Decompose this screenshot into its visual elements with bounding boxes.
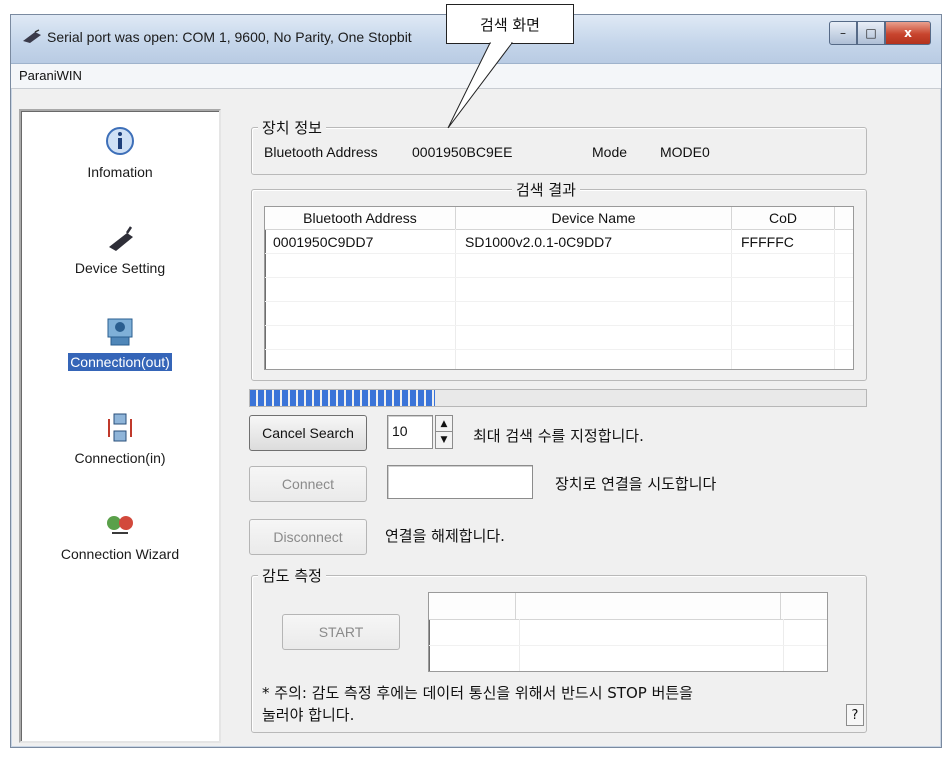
row-device-name: SD1000v2.0.1-0C9DD7 — [465, 234, 613, 250]
max-count-stepper[interactable]: ▲ ▼ — [435, 415, 453, 449]
sensitivity-note-line1: * 주의: 감도 측정 후에는 데이터 통신을 위해서 반드시 STOP 버튼을 — [262, 684, 693, 702]
max-count-description: 최대 검색 수를 지정합니다. — [473, 427, 644, 445]
sidebar-item-label: Connection(out) — [68, 353, 172, 371]
sensitivity-title: 감도 측정 — [258, 565, 326, 586]
disconnect-button[interactable]: Disconnect — [249, 519, 367, 555]
sensitivity-col-1 — [429, 593, 516, 620]
cancel-search-button[interactable]: Cancel Search — [249, 415, 367, 451]
sidebar: Infomation Device Setting Connection(out… — [19, 109, 221, 743]
sidebar-item-label: Connection Wizard — [60, 546, 180, 562]
connection-in-icon — [108, 413, 132, 442]
chevron-up-icon[interactable]: ▲ — [436, 416, 452, 431]
sensitivity-table — [428, 592, 828, 672]
minimize-button[interactable]: – — [829, 21, 857, 45]
disconnect-description: 연결을 해제합니다. — [385, 527, 505, 545]
app-window: Serial port was open: COM 1, 9600, No Pa… — [10, 14, 942, 748]
connect-button[interactable]: Connect — [249, 466, 367, 502]
window-title: Serial port was open: COM 1, 9600, No Pa… — [47, 29, 412, 45]
sidebar-item-information[interactable]: Infomation — [21, 125, 219, 181]
menu-bar: ParaniWIN — [11, 64, 941, 89]
help-button[interactable]: ? — [846, 704, 864, 726]
row-cod: FFFFFC — [741, 234, 794, 250]
close-button[interactable]: x — [885, 21, 931, 45]
row-address: 0001950C9DD7 — [273, 234, 374, 250]
column-header-cod[interactable]: CoD — [732, 207, 835, 230]
app-icon — [23, 29, 41, 43]
sidebar-item-connection-in[interactable]: Connection(in) — [21, 411, 219, 467]
maximize-button[interactable]: □ — [857, 21, 885, 45]
chevron-down-icon[interactable]: ▼ — [436, 431, 452, 447]
bt-address-label: Bluetooth Address — [264, 144, 378, 160]
bt-address-value: 0001950BC9EE — [412, 144, 513, 160]
sensitivity-note-line2: 눌러야 합니다. — [262, 706, 355, 724]
search-progress-bar — [249, 389, 867, 407]
sidebar-item-connection-wizard[interactable]: Connection Wizard — [21, 507, 219, 563]
search-result-group: 검색 결과 Bluetooth Address Device Name CoD … — [251, 179, 867, 381]
search-result-title: 검색 결과 — [512, 179, 580, 200]
column-header-address[interactable]: Bluetooth Address — [265, 207, 456, 230]
mode-label: Mode — [592, 144, 628, 160]
connect-description: 장치로 연결을 시도합니다 — [555, 475, 717, 493]
device-info-group: 장치 정보 Bluetooth Address 0001950BC9EE Mod… — [251, 117, 867, 175]
sidebar-item-label: Connection(in) — [74, 450, 166, 466]
info-icon — [106, 127, 134, 155]
connection-wizard-icon — [107, 516, 133, 534]
start-button[interactable]: START — [282, 614, 400, 650]
sensitivity-col-2 — [516, 593, 781, 620]
device-setting-icon — [109, 226, 133, 251]
search-result-table[interactable]: Bluetooth Address Device Name CoD 000195… — [264, 206, 854, 370]
sidebar-item-label: Device Setting — [74, 260, 166, 276]
sensitivity-col-3 — [781, 593, 827, 620]
mode-value: MODE0 — [660, 144, 710, 160]
sidebar-item-connection-out[interactable]: Connection(out) — [21, 315, 219, 371]
connection-out-icon — [107, 318, 133, 346]
progress-fill — [250, 390, 435, 406]
connect-address-input[interactable] — [387, 465, 533, 499]
max-count-input[interactable]: 10 — [387, 415, 433, 449]
sidebar-item-label: Infomation — [87, 164, 153, 180]
sensitivity-group: 감도 측정 START * 주의: 감도 측정 후에는 데이터 통신을 위해서 … — [251, 565, 867, 733]
annotation-callout: 검색 화면 — [446, 4, 574, 44]
column-header-filler — [835, 207, 853, 230]
sidebar-item-device-setting[interactable]: Device Setting — [21, 221, 219, 277]
menu-paraniwin[interactable]: ParaniWIN — [19, 68, 82, 83]
column-header-device-name[interactable]: Device Name — [456, 207, 732, 230]
device-info-title: 장치 정보 — [258, 117, 326, 138]
